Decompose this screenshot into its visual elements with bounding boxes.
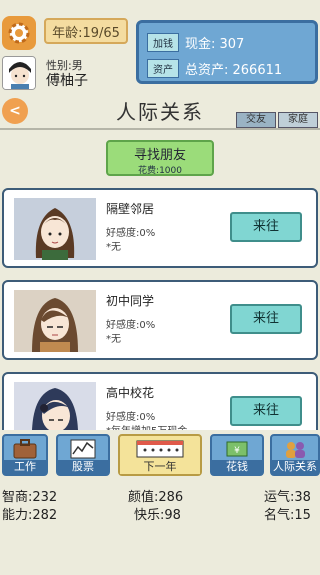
visit-button[interactable]: 来往 xyxy=(230,304,302,334)
assets-button[interactable]: 资产 xyxy=(147,58,179,78)
visit-button[interactable]: 来往 xyxy=(230,396,302,426)
ability-stat: 能力:282 xyxy=(2,508,58,523)
calendar-icon xyxy=(136,440,184,458)
people-icon xyxy=(286,442,305,458)
contact-name: 初中同学 xyxy=(106,294,155,308)
contact-card: 高中校花 好感度:0% *每年增加5万现金 来往 xyxy=(2,372,318,430)
work-label: 工作 xyxy=(4,460,46,474)
find-friend-button[interactable]: 寻找朋友 花费:1000 xyxy=(106,140,214,176)
find-friend-label: 寻找朋友 xyxy=(133,148,186,163)
money-panel: 加钱 现金: 307 资产 总资产: 266611 xyxy=(136,20,318,84)
contact-card: 隔壁邻居 好感度:0% *无 来往 xyxy=(2,188,318,268)
relations-label: 人际关系 xyxy=(272,460,318,474)
contact-favor: 好感度:0% xyxy=(106,320,156,331)
contact-note: *无 xyxy=(106,242,121,253)
add-cash-button[interactable]: 加钱 xyxy=(147,32,179,52)
next-year-label: 下一年 xyxy=(120,460,200,474)
spend-button[interactable]: ¥ 花钱 xyxy=(210,434,264,476)
player-avatar[interactable] xyxy=(2,56,36,90)
contact-favor: 好感度:0% xyxy=(106,228,156,239)
bottom-toolbar: 工作 股票 下一年 ¥ 花钱 人际关系 xyxy=(0,432,320,478)
contact-note: *每年增加5万现金 xyxy=(106,422,187,430)
relations-button[interactable]: 人际关系 xyxy=(270,434,320,476)
stocks-button[interactable]: 股票 xyxy=(56,434,110,476)
contact-name: 隔壁邻居 xyxy=(106,202,155,216)
looks-stat: 颜值:286 xyxy=(128,490,184,505)
iq-stat: 智商:232 xyxy=(2,490,58,505)
fame-stat: 名气:15 xyxy=(264,508,311,523)
contact-name: 高中校花 xyxy=(106,386,155,400)
player-name: 傅柚子 xyxy=(46,73,88,89)
tab-friends[interactable]: 交友 xyxy=(236,112,276,128)
spend-label: 花钱 xyxy=(212,460,262,474)
age-display: 年龄:19/65 xyxy=(44,18,128,44)
total-assets-value: 总资产: 266611 xyxy=(185,62,283,78)
luck-stat: 运气:38 xyxy=(264,490,311,505)
school-beauty-portrait xyxy=(14,382,96,430)
briefcase-icon xyxy=(13,439,37,459)
money-icon: ¥ xyxy=(226,441,248,457)
settings-gear-icon[interactable] xyxy=(2,16,36,50)
contact-note: *无 xyxy=(106,334,121,345)
contact-card: 初中同学 好感度:0% *无 来往 xyxy=(2,280,318,360)
next-year-button[interactable]: 下一年 xyxy=(118,434,202,476)
stock-chart-icon xyxy=(70,439,96,459)
work-button[interactable]: 工作 xyxy=(2,434,48,476)
tab-bar: 交友 家庭 xyxy=(236,112,318,128)
visit-button[interactable]: 来往 xyxy=(230,212,302,242)
classmate-portrait xyxy=(14,290,96,352)
svg-text:¥: ¥ xyxy=(234,446,240,456)
stocks-label: 股票 xyxy=(58,460,108,474)
tab-family[interactable]: 家庭 xyxy=(278,112,318,128)
divider xyxy=(0,128,320,130)
happiness-stat: 快乐:98 xyxy=(134,508,181,523)
cash-value: 现金: 307 xyxy=(185,36,245,52)
find-friend-cost: 花费:1000 xyxy=(138,166,182,176)
neighbor-portrait xyxy=(14,198,96,260)
contact-favor: 好感度:0% xyxy=(106,412,156,423)
contact-list[interactable]: 隔壁邻居 好感度:0% *无 来往 初中同学 好感度:0% *无 来往 高中校花… xyxy=(0,186,320,430)
